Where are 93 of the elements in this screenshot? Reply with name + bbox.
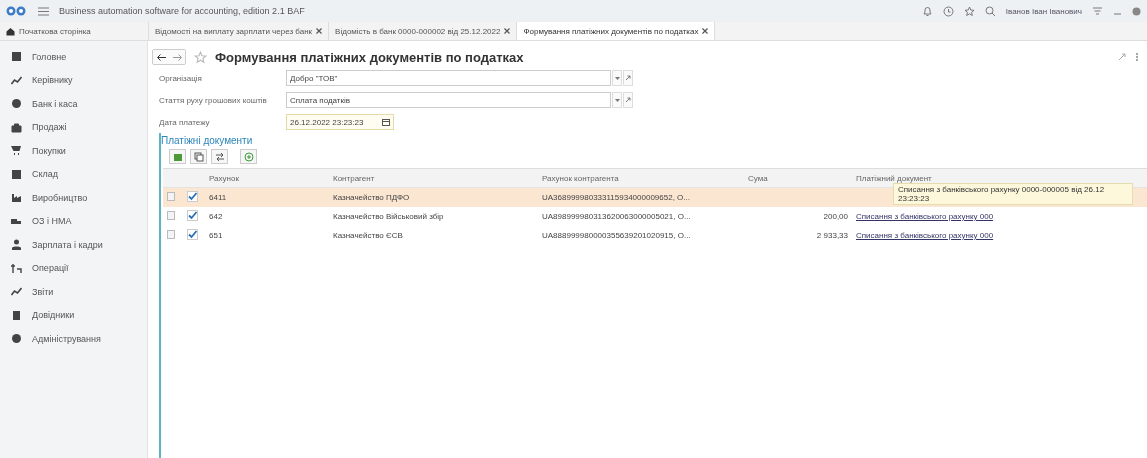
home-icon (6, 26, 15, 36)
table-cell: 6411 (209, 193, 227, 202)
sidebar-item[interactable]: Зарплата і кадри (0, 233, 147, 257)
star-icon[interactable] (194, 50, 207, 64)
sidebar-item[interactable]: Склад (0, 162, 147, 186)
table-cell: Казначейство Військовий збір (333, 212, 444, 221)
menu-icon[interactable] (38, 6, 49, 16)
sidebar-item[interactable]: Керівнику (0, 68, 147, 92)
link-icon (625, 97, 631, 103)
copy-button[interactable] (190, 149, 207, 164)
coin-icon (11, 98, 22, 110)
caret-icon (614, 76, 620, 80)
checkbox[interactable] (187, 229, 198, 240)
section-link[interactable]: Платіжні документи (161, 133, 253, 146)
link-icon[interactable] (1117, 52, 1127, 62)
table-cell: UA368999980333115934000009652, О... (542, 193, 690, 202)
table-cell: Казначейство ПДФО (333, 193, 410, 202)
table-cell: Казначейство ЄСВ (333, 231, 403, 240)
add-button[interactable] (240, 149, 257, 164)
cart-icon (11, 145, 22, 157)
chart-icon (11, 74, 22, 86)
document-link[interactable]: Списання з банківського рахунку 000 (856, 212, 994, 221)
star-icon[interactable] (963, 5, 975, 17)
forward-arrow-icon (172, 53, 182, 61)
bell-icon[interactable] (921, 5, 933, 17)
table-cell: 2 933,33 (816, 231, 848, 240)
sidebar-item[interactable]: Довідники (0, 303, 147, 327)
tab[interactable]: Відомості на виплату зарплати через банк (149, 22, 330, 40)
window-title: Business automation software for accounting, edition 2.1 BAF (59, 6, 305, 16)
ops-icon (11, 262, 22, 274)
fill-icon (172, 151, 183, 162)
factory-icon (11, 192, 22, 204)
table-row[interactable]: 642 Казначейство Військовий збір UA898999980313620063000005021, О... 200,00 Списання з банківського рахунку 000 (163, 207, 1147, 226)
dropdown-button[interactable] (612, 92, 622, 108)
link-icon (625, 75, 631, 81)
sidebar-item[interactable]: Адміністрування (0, 327, 147, 351)
sidebar-item[interactable]: Звіти (0, 280, 147, 304)
column-header[interactable]: Контрагент (333, 173, 375, 183)
more-icon[interactable] (1135, 52, 1139, 62)
table-cell: 642 (209, 212, 223, 221)
document-icon (167, 211, 175, 220)
move-button[interactable] (211, 149, 228, 164)
search-icon[interactable] (984, 5, 996, 17)
date-field[interactable]: 26.12.2022 23:23:23 (286, 114, 394, 130)
copy-icon (193, 151, 204, 162)
sidebar-item[interactable]: Операції (0, 256, 147, 280)
sidebar-item[interactable]: Головне (0, 45, 147, 69)
table-cell: UA888999980000355639201020915, О... (542, 231, 691, 240)
dropdown-button[interactable] (612, 70, 622, 86)
checkbox[interactable] (187, 210, 198, 221)
table-row[interactable]: 651 Казначейство ЄСВ UA888999980000355639201020915, О... 2 933,33 Списання з банківського рахунку 000 (163, 226, 1147, 245)
logo-icon (6, 6, 28, 16)
field-label: Організація (159, 73, 203, 83)
field-label: Дата платежу (159, 117, 211, 127)
table-cell: 200,00 (823, 212, 848, 221)
open-button[interactable] (623, 92, 633, 108)
open-button[interactable] (623, 70, 633, 86)
form-title: Формування платіжних документів по податках (215, 49, 524, 65)
column-header[interactable]: Рахунок контрагента (542, 173, 619, 183)
select-field[interactable]: Сплата податків (286, 92, 611, 108)
sidebar-item[interactable]: Банк і каса (0, 92, 147, 116)
sidebar-item[interactable]: Виробництво (0, 186, 147, 210)
column-header[interactable]: Платіжний документ (856, 173, 932, 183)
chart-icon (11, 286, 22, 298)
settings-icon[interactable] (1092, 5, 1103, 17)
column-header[interactable]: Рахунок (209, 173, 239, 183)
document-icon (167, 192, 175, 201)
calendar-icon[interactable] (382, 118, 390, 126)
tooltip: Списання з банківського рахунку 0000-000005 від 26.12 23:23:23 (893, 183, 1133, 205)
caret-icon (614, 98, 620, 102)
document-link[interactable]: Списання з банківського рахунку 000 (856, 231, 994, 240)
back-button[interactable] (153, 50, 169, 64)
plus-icon (243, 151, 254, 162)
tab[interactable]: Формування платіжних документів по податках (517, 22, 716, 40)
fill-button[interactable] (169, 149, 186, 164)
sidebar-item[interactable]: ОЗ і НМА (0, 209, 147, 233)
arrows-icon (214, 151, 225, 162)
tab[interactable]: Початкова сторінка (0, 22, 149, 40)
field-label: Стаття руху грошових коштів (159, 95, 268, 105)
column-header[interactable]: Сума (748, 173, 768, 183)
sidebar-item[interactable]: Покупки (0, 139, 147, 163)
coin-icon (11, 333, 22, 345)
checkbox[interactable] (187, 191, 198, 202)
bag-icon (11, 121, 22, 133)
sidebar-item[interactable]: Продажі (0, 115, 147, 139)
back-arrow-icon (156, 53, 166, 61)
history-icon[interactable] (942, 5, 954, 17)
document-icon (167, 230, 175, 239)
select-field[interactable]: Добро "ТОВ" (286, 70, 611, 86)
person-icon (11, 239, 22, 251)
table-cell: UA898999980313620063000005021, О... (542, 212, 691, 221)
user-name[interactable]: Іванов Іван Іванович (1005, 6, 1082, 16)
table-cell: 651 (209, 231, 223, 240)
